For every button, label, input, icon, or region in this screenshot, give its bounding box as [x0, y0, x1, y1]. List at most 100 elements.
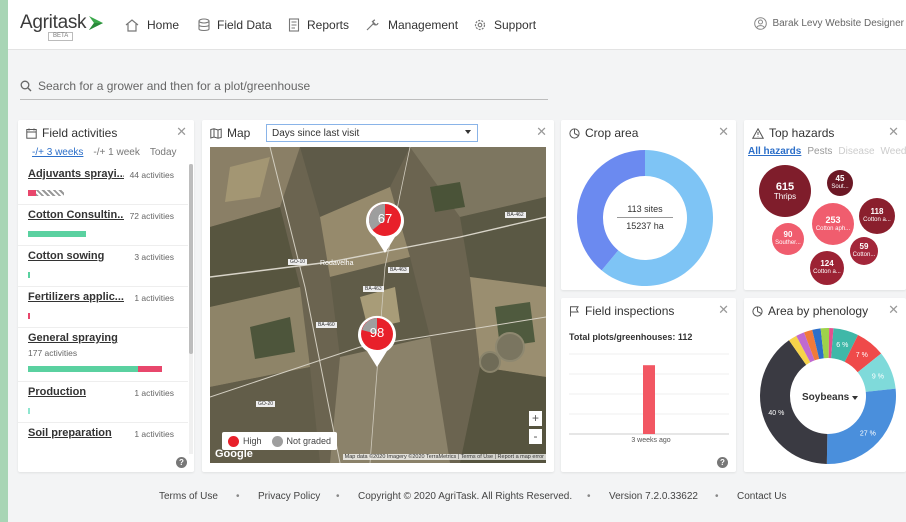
map-title: Map: [210, 126, 250, 140]
zoom-out-button[interactable]: -: [529, 429, 542, 444]
hazard-bubble[interactable]: 45 Sout...: [827, 170, 853, 196]
hazard-tab-disease[interactable]: Disease: [838, 146, 874, 157]
activity-name: Cotton Consultin...: [28, 209, 124, 221]
map-pin-icon: [358, 315, 396, 367]
hazard-tab-all[interactable]: All hazards: [748, 146, 801, 157]
hazard-count: 45: [835, 174, 845, 184]
map-select-value: Days since last visit: [272, 127, 360, 139]
legend-high-dot: [228, 435, 239, 447]
map-marker[interactable]: 67: [364, 199, 406, 253]
top-hazards-close-icon[interactable]: ✕: [888, 125, 899, 138]
help-icon[interactable]: ?: [717, 457, 728, 468]
crop-area-close-icon[interactable]: ✕: [718, 125, 729, 138]
hazard-bubble[interactable]: 90 Souther...: [772, 223, 804, 255]
leaf-icon: [89, 16, 103, 30]
footer-separator: •: [587, 491, 591, 502]
hazard-count: 59: [859, 242, 869, 252]
user-menu[interactable]: Barak Levy Website Designer: [754, 17, 904, 30]
crop-area-title: Crop area: [569, 126, 638, 140]
map-card: Map Days since last visit ✕ Rodavelha BA…: [202, 120, 554, 472]
footer-version: Version 7.2.0.33622: [609, 491, 698, 502]
map-metric-select[interactable]: Days since last visit: [266, 124, 478, 142]
crop-area-card: Crop area ✕ 113 sites 15237 ha: [561, 120, 736, 290]
app-frame: Agritask BETA Home Field Data Reports Ma…: [8, 0, 906, 522]
footer-privacy-link[interactable]: Privacy Policy: [258, 491, 320, 502]
hazard-bubble[interactable]: 118 Cotton a...: [859, 198, 895, 234]
legend-not-graded-label: Not graded: [286, 436, 332, 446]
hazard-name: Sout...: [831, 184, 849, 191]
range-tab-1-week[interactable]: -/+ 1 week: [93, 147, 139, 158]
road-label: BA-460: [316, 322, 337, 328]
crop-area-heading: Crop area: [585, 126, 639, 140]
hazard-count: 118: [870, 207, 884, 217]
activity-bar-high: [28, 313, 30, 319]
activity-bar-pending: [36, 190, 64, 196]
range-tab-3-weeks[interactable]: -/+ 3 weeks: [32, 147, 83, 158]
map-attribution[interactable]: Map data ©2020 Imagery ©2020 TerraMetric…: [342, 454, 546, 460]
road-label: BA-463: [388, 267, 409, 273]
hazard-bubble[interactable]: 59 Cotton...: [850, 237, 878, 265]
user-avatar-icon: [754, 17, 768, 30]
hazard-tab-weeds[interactable]: Weeds: [881, 146, 906, 157]
phenology-title: Area by phenology: [752, 304, 868, 318]
nav-home[interactable]: Home: [124, 17, 179, 33]
report-icon: [288, 18, 300, 32]
footer-separator: •: [715, 491, 719, 502]
phenology-segment-label: 6 %: [836, 342, 848, 349]
nav-support[interactable]: Support: [473, 17, 536, 33]
hazard-tab-pests[interactable]: Pests: [807, 146, 832, 157]
hazard-bubble[interactable]: 615 Thrips: [759, 165, 811, 217]
activity-item-cotton-consulting[interactable]: Cotton Consultin... 72 activities: [18, 205, 188, 246]
map-heading: Map: [227, 126, 251, 140]
range-tab-today[interactable]: Today: [150, 147, 177, 158]
crop-selector[interactable]: Soybeans: [802, 392, 859, 403]
nav-reports[interactable]: Reports: [288, 17, 349, 33]
inspections-bar[interactable]: [643, 365, 655, 434]
hazard-bubble[interactable]: 253 Cotton aph...: [812, 203, 854, 245]
tools-icon: [366, 19, 379, 31]
activity-name: Fertilizers applic...: [28, 291, 124, 303]
help-icon[interactable]: ?: [176, 457, 187, 468]
activity-item-adjuvants[interactable]: Adjuvants sprayi... 44 activities: [18, 164, 188, 205]
phenology-close-icon[interactable]: ✕: [888, 303, 899, 316]
search-input[interactable]: [38, 79, 528, 93]
activity-item-cotton-sowing[interactable]: Cotton sowing 3 activities: [18, 246, 188, 287]
hazard-count: 124: [820, 259, 834, 269]
road-label: BA-462: [505, 212, 526, 218]
activity-scrollbar[interactable]: [189, 164, 193, 354]
zoom-in-button[interactable]: +: [529, 411, 542, 426]
top-hazards-heading: Top hazards: [769, 126, 835, 140]
hazard-bubble[interactable]: 124 Cotton a...: [810, 251, 844, 285]
activity-item-fertilizers[interactable]: Fertilizers applic... 1 activities: [18, 287, 188, 328]
activity-item-production[interactable]: Production 1 activities: [18, 382, 188, 423]
activity-item-general-spraying[interactable]: General spraying 177 activities: [18, 328, 188, 382]
crop-selector-value: Soybeans: [802, 392, 850, 403]
field-inspections-close-icon[interactable]: ✕: [718, 303, 729, 316]
footer-terms-link[interactable]: Terms of Use: [159, 491, 218, 502]
nav-management-label: Management: [388, 18, 459, 32]
activity-item-soil-preparation[interactable]: Soil preparation 1 activities: [18, 423, 188, 454]
activity-count: 1 activities: [134, 429, 174, 439]
activity-name: Soil preparation: [28, 427, 112, 439]
activity-name: Adjuvants sprayi...: [28, 168, 124, 180]
marker-value: 98: [369, 325, 385, 340]
grower-search[interactable]: [20, 73, 548, 100]
inspections-bar-chart: [569, 353, 729, 435]
field-activities-close-icon[interactable]: ✕: [176, 125, 187, 138]
map-marker[interactable]: 98: [356, 313, 398, 367]
phenology-segment-label: 27 %: [860, 430, 876, 437]
satellite-imagery: [210, 147, 546, 463]
inspections-x-label: 3 weeks ago: [631, 437, 671, 444]
map-close-icon[interactable]: ✕: [536, 125, 547, 138]
nav-management[interactable]: Management: [365, 17, 458, 33]
agritask-logo[interactable]: Agritask BETA: [20, 12, 110, 41]
hazard-name: Cotton...: [852, 252, 876, 259]
nav-field-data[interactable]: Field Data: [198, 17, 272, 33]
logo-text: Agritask: [20, 12, 87, 33]
phenology-segment-label: 7 %: [856, 352, 868, 359]
satellite-map[interactable]: Rodavelha BA-463 BA-463 BA-462 GO-10 BA-…: [210, 147, 546, 463]
hazard-name: Cotton aph...: [815, 225, 851, 232]
phenology-segment-label: 9 %: [872, 373, 884, 380]
footer-contact-link[interactable]: Contact Us: [737, 491, 786, 502]
footer-copyright: Copyright © 2020 AgriTask. All Rights Re…: [358, 491, 573, 502]
